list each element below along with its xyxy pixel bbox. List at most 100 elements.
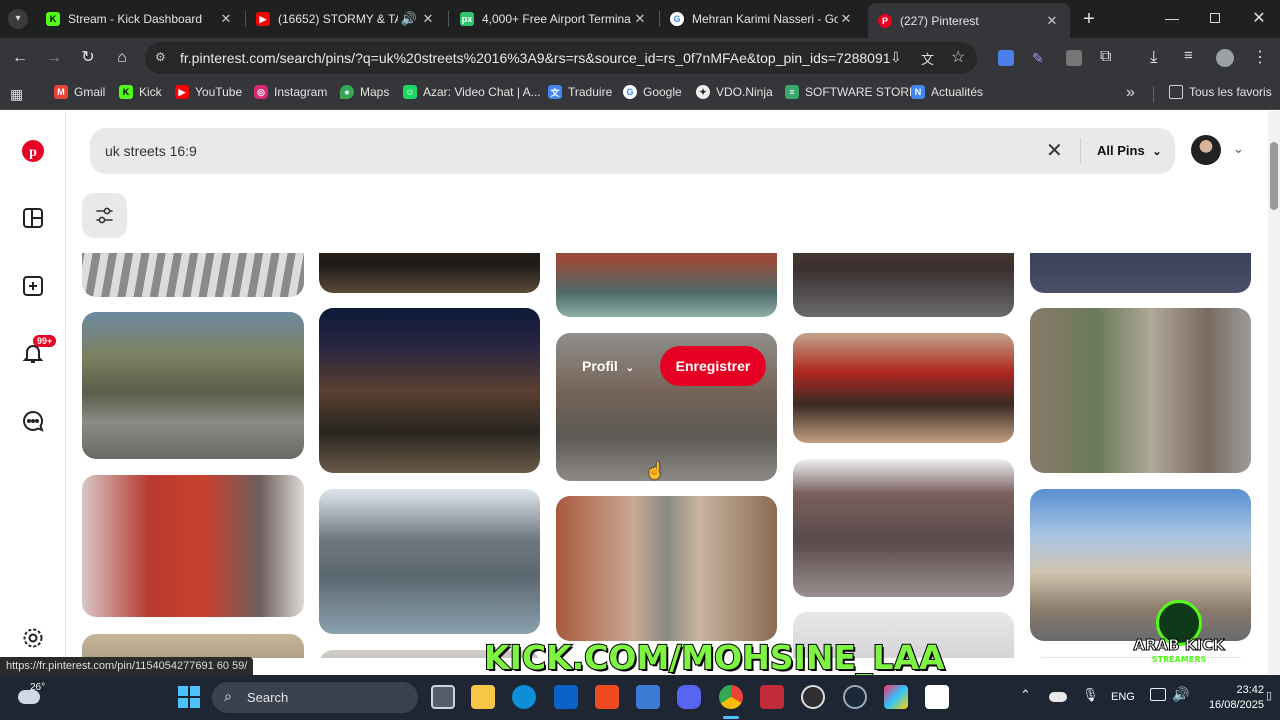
search-scope-dropdown[interactable]: All Pins ⌄ [1097, 143, 1162, 158]
pin-profile-dropdown[interactable]: Profil ⌄ [582, 358, 634, 374]
settings-gear-icon[interactable] [21, 626, 45, 650]
all-bookmarks-folder[interactable]: Tous les favoris [1169, 85, 1272, 99]
volume-icon[interactable]: 🔊 [1172, 686, 1189, 703]
outlook-icon[interactable] [554, 685, 578, 709]
bookmark-vdo-ninja[interactable]: ✦ VDO.Ninja [696, 85, 773, 99]
language-indicator[interactable]: ENG [1111, 691, 1135, 703]
brave-browser-icon[interactable] [595, 685, 619, 709]
filters-button[interactable] [82, 193, 127, 238]
pinterest-logo-icon[interactable]: p [21, 139, 45, 163]
tab-kick-dashboard[interactable]: K Stream - Kick Dashboard ✕ [36, 5, 244, 33]
link-status-bar: https://fr.pinterest.com/pin/11540542776… [0, 657, 254, 675]
maximize-button[interactable] [1205, 10, 1225, 28]
close-icon[interactable]: ✕ [218, 11, 234, 27]
back-button[interactable]: ← [8, 46, 32, 70]
address-bar[interactable]: ⚙ fr.pinterest.com/search/pins/?q=uk%20s… [145, 42, 977, 74]
install-app-icon[interactable]: ⇩ [890, 49, 902, 66]
pin-card[interactable] [793, 459, 1014, 597]
bookmark-youtube[interactable]: ▶ YouTube [175, 85, 242, 99]
tab-youtube[interactable]: ▶ (16652) STORMY & TAGI 🔊 ✕ [246, 5, 446, 33]
tab-google[interactable]: G Mehran Karimi Nasseri - Goo ✕ [660, 5, 864, 33]
speaker-icon[interactable]: 🔊 [398, 11, 420, 27]
apps-grid-icon[interactable]: ▦ [10, 86, 26, 102]
pin-card[interactable] [319, 489, 540, 634]
onedrive-cloud-icon[interactable] [1049, 692, 1067, 702]
pin-card[interactable] [319, 308, 540, 473]
translate-extension-icon[interactable] [998, 50, 1014, 66]
bookmarks-overflow-button[interactable]: » [1126, 84, 1135, 102]
start-button[interactable] [178, 686, 200, 708]
account-chevron-icon[interactable]: ⌄ [1233, 141, 1244, 157]
minimize-button[interactable]: — [1162, 10, 1182, 28]
profile-avatar[interactable] [1216, 49, 1234, 67]
page-scrollbar-track[interactable] [1268, 111, 1280, 675]
user-avatar[interactable] [1191, 135, 1221, 165]
bookmark-actualites[interactable]: N Actualités [911, 85, 983, 99]
search-bar[interactable]: uk streets 16:9 ✕ All Pins ⌄ [90, 128, 1175, 174]
notification-bell-icon[interactable]: ▯ [1266, 689, 1276, 703]
pin-card[interactable] [82, 312, 304, 459]
create-plus-icon[interactable] [21, 274, 45, 298]
bookmark-maps[interactable]: ● Maps [340, 85, 389, 99]
pin-card[interactable] [82, 475, 304, 617]
tray-overflow-icon[interactable]: ⌃ [1020, 687, 1031, 703]
site-info-icon[interactable]: ⚙ [155, 50, 171, 66]
bookmark-traduire[interactable]: 文 Traduire [548, 85, 612, 99]
tab-pinterest[interactable]: P (227) Pinterest ✕ [868, 3, 1070, 38]
pin-card[interactable] [1030, 308, 1251, 473]
microphone-icon[interactable]: 🎙 [1082, 687, 1099, 703]
tab-search-button[interactable]: ▾ [8, 9, 28, 29]
home-button[interactable]: ⌂ [110, 46, 134, 70]
weather-widget[interactable]: 26° [18, 682, 48, 712]
clear-search-icon[interactable]: ✕ [1046, 138, 1063, 163]
messages-icon[interactable] [21, 409, 45, 433]
forward-button[interactable]: → [42, 46, 66, 70]
notifications-bell-icon[interactable]: 99+ [21, 335, 57, 365]
capcut-icon[interactable] [925, 685, 949, 709]
bookmark-google[interactable]: G Google [623, 85, 682, 99]
translate-icon[interactable]: 文 [921, 49, 934, 68]
close-icon[interactable]: ✕ [838, 11, 854, 27]
creative-app-icon[interactable] [884, 685, 908, 709]
tab-pixabay[interactable]: px 4,000+ Free Airport Termina ✕ [450, 5, 658, 33]
task-view-icon[interactable] [431, 685, 455, 709]
pin-card[interactable] [82, 634, 304, 658]
bookmark-azar[interactable]: ☺ Azar: Video Chat | A... [403, 85, 541, 99]
close-icon[interactable]: ✕ [420, 11, 436, 27]
extensions-puzzle-icon[interactable]: ⧉ [1100, 48, 1111, 66]
bookmark-kick[interactable]: K Kick [119, 85, 162, 99]
close-icon[interactable]: ✕ [632, 11, 648, 27]
edge-browser-icon[interactable] [512, 685, 536, 709]
pin-card[interactable] [793, 333, 1014, 443]
menu-kebab-icon[interactable]: ⋮ [1252, 47, 1268, 67]
close-icon[interactable]: ✕ [1044, 13, 1060, 29]
board-layout-icon[interactable] [21, 206, 45, 230]
discord-icon[interactable] [677, 685, 701, 709]
steam-icon[interactable] [843, 685, 867, 709]
scrollbar-thumb[interactable] [1270, 142, 1278, 210]
pin-card[interactable] [556, 496, 777, 641]
media-control-icon[interactable]: ≡ [1184, 47, 1193, 64]
pen-extension-icon[interactable]: ✎ [1032, 50, 1048, 66]
chrome-browser-icon[interactable] [719, 685, 743, 709]
bookmark-star-icon[interactable]: ☆ [951, 47, 965, 67]
pin-card-hovered[interactable]: Profil ⌄ Enregistrer [556, 333, 777, 481]
pinterest-page: Profil ⌄ Enregistrer uk streets 16:9 ✕ A… [0, 111, 1268, 658]
file-explorer-icon[interactable] [471, 685, 495, 709]
download-icon[interactable]: ⤓ [1150, 47, 1158, 67]
network-icon[interactable] [1150, 688, 1166, 701]
reload-button[interactable]: ↻ [76, 46, 100, 70]
pin-save-button[interactable]: Enregistrer [660, 346, 766, 386]
new-tab-button[interactable]: + [1078, 8, 1100, 30]
extension-icon[interactable] [1066, 50, 1082, 66]
bookmark-gmail[interactable]: M Gmail [54, 85, 105, 99]
microsoft-store-icon[interactable] [636, 685, 660, 709]
obs-studio-icon[interactable] [801, 685, 825, 709]
taskbar-search-box[interactable]: ⌕ Search [212, 682, 418, 713]
code-editor-icon[interactable] [760, 685, 784, 709]
bookmark-software-store[interactable]: ≡ SOFTWARE STORE [785, 85, 917, 99]
system-clock[interactable]: 23:42 16/08/2025 [1196, 683, 1264, 713]
search-input[interactable]: uk streets 16:9 [105, 143, 197, 159]
bookmark-instagram[interactable]: ◎ Instagram [254, 85, 327, 99]
close-window-button[interactable]: ✕ [1249, 8, 1269, 28]
